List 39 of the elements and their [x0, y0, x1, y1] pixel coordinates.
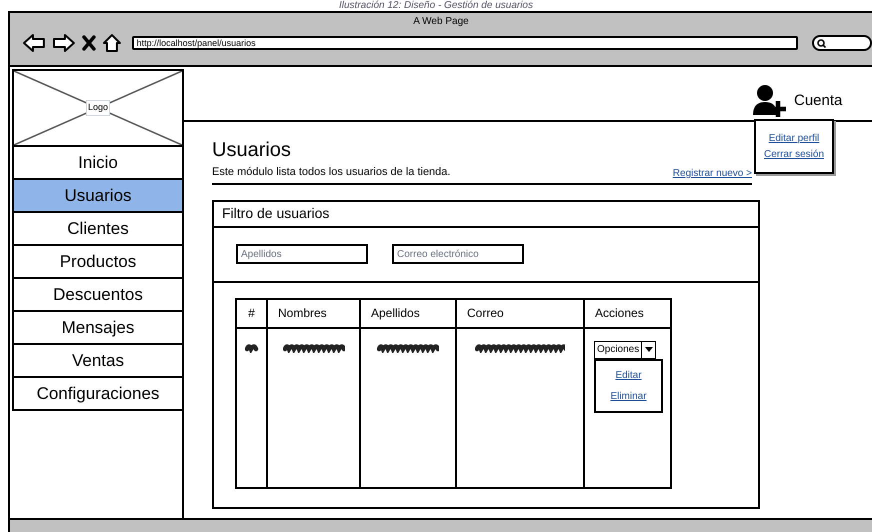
column-header: Nombres	[278, 305, 327, 322]
filter-field[interactable]: Apellidos	[236, 244, 368, 264]
close-icon[interactable]	[82, 35, 96, 51]
redacted-text-drawing	[282, 342, 344, 352]
search-field[interactable]	[812, 35, 872, 51]
page-title: Usuarios	[212, 139, 291, 161]
logo-label: Logo	[86, 100, 110, 116]
column-header: Correo	[467, 305, 504, 322]
menu-link[interactable]: Editar perfil	[768, 131, 820, 146]
menu-link[interactable]: Cerrar sesión	[764, 147, 824, 162]
panel-title: Filtro de usuarios	[222, 204, 330, 223]
sidebar-item[interactable]: Mensajes	[12, 312, 184, 345]
sidebar-item[interactable]: Clientes	[12, 213, 184, 246]
filter-field[interactable]: Correo electrónico	[392, 244, 524, 264]
url-field[interactable]: http://localhost/panel/usuarios	[132, 36, 798, 50]
register-link[interactable]: Registrar nuevo >	[672, 166, 752, 180]
sidebar-item[interactable]: Configuraciones	[12, 378, 184, 411]
sidebar-item[interactable]: Ventas	[12, 345, 184, 378]
window-title: A Web Page	[413, 15, 469, 29]
caret-icon	[644, 347, 653, 352]
menu-link[interactable]: Editar	[615, 368, 642, 382]
figure-caption: Ilustración 12: Diseño - Gestión de usuarios	[339, 0, 533, 11]
sidebar-item[interactable]: Usuarios	[12, 180, 184, 213]
sidebar-item[interactable]: Descuentos	[12, 279, 184, 312]
search-icon	[817, 38, 826, 48]
home-icon[interactable]	[102, 33, 122, 53]
sidebar-item[interactable]: Productos	[12, 246, 184, 279]
sidebar-item[interactable]: Inicio	[12, 147, 184, 180]
redacted-text-drawing	[377, 342, 439, 352]
column-header: Acciones	[595, 305, 644, 322]
account-label[interactable]: Cuenta	[794, 90, 842, 112]
redacted-text-drawing	[244, 342, 258, 352]
column-header: #	[248, 305, 255, 322]
menu-link[interactable]: Eliminar	[610, 388, 647, 404]
back-icon[interactable]	[22, 33, 46, 53]
column-header: Apellidos	[371, 305, 420, 322]
options-dropdown[interactable]: Opciones	[594, 340, 656, 358]
forward-icon[interactable]	[52, 33, 76, 53]
page-description: Este módulo lista todos los usuarios de la tienda.	[212, 165, 450, 180]
